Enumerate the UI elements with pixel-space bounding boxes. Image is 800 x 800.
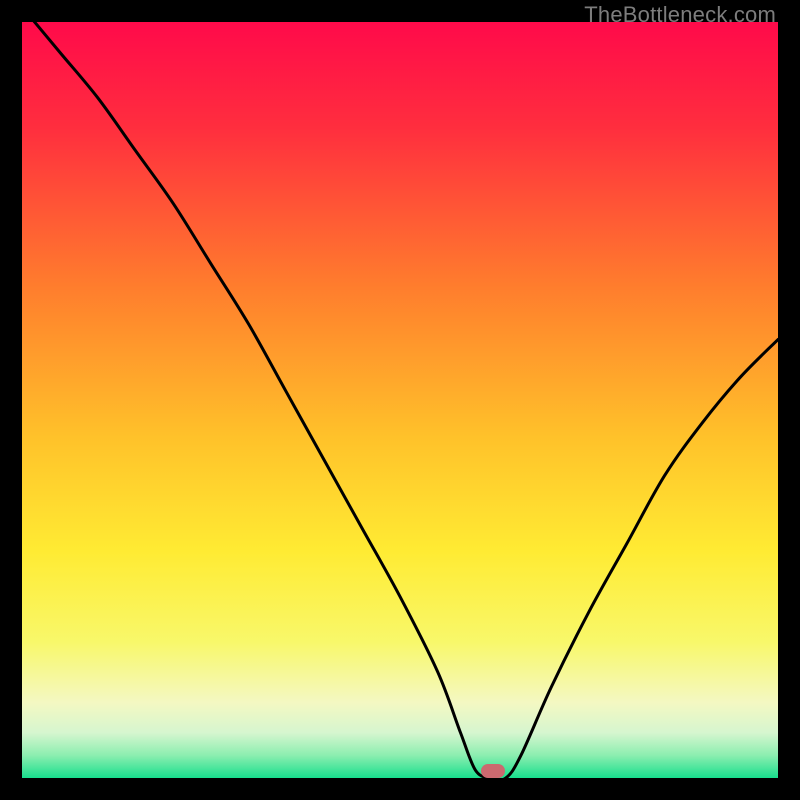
chart-frame xyxy=(22,22,778,778)
chart-background xyxy=(22,22,778,778)
watermark-text: TheBottleneck.com xyxy=(584,2,776,28)
optimal-marker xyxy=(481,764,505,778)
chart-plot xyxy=(22,22,778,778)
